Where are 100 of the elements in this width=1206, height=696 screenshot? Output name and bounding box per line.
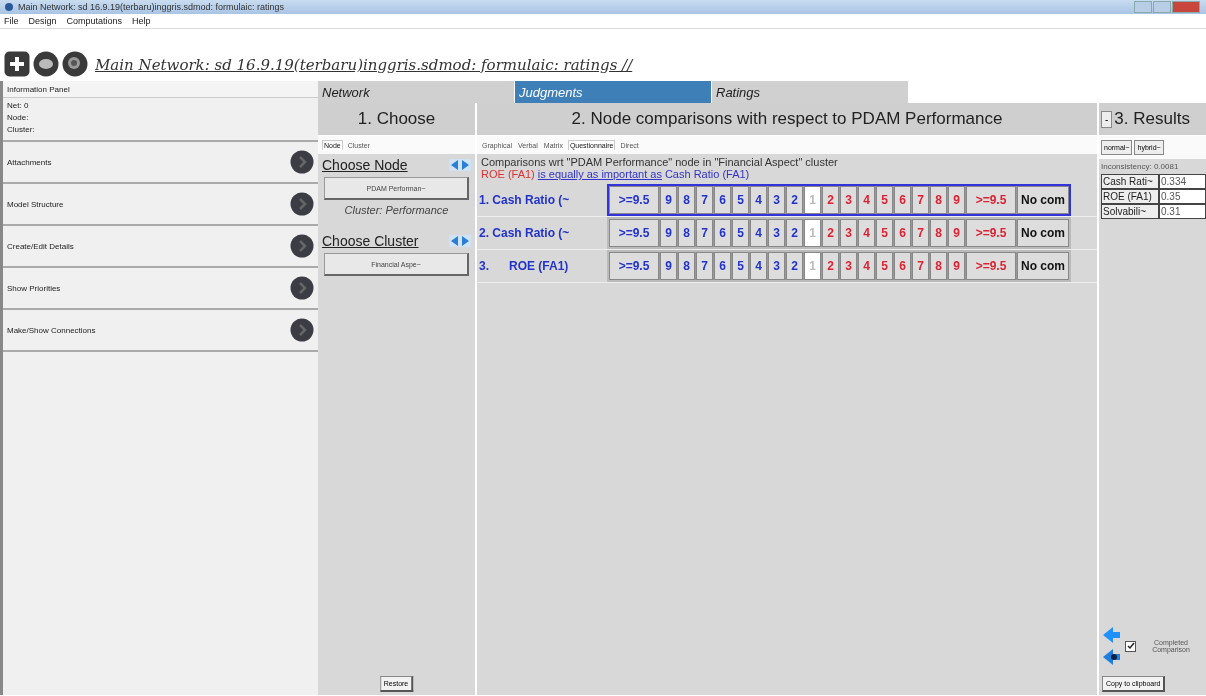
panel-item-label: Attachments [7, 157, 52, 167]
scale-button[interactable]: >=9.5 [609, 219, 659, 247]
eye-icon[interactable] [33, 51, 59, 77]
tab[interactable]: Judgments [515, 81, 712, 103]
scale-button[interactable]: 3 [840, 186, 857, 214]
scale-button[interactable]: >=9.5 [609, 186, 659, 214]
scale-button[interactable]: 3 [768, 252, 785, 280]
search-icon[interactable] [62, 51, 88, 77]
help-arrow-icon[interactable] [1101, 647, 1121, 667]
expand-icon[interactable] [290, 318, 314, 342]
panel-title: Information Panel [3, 81, 318, 98]
scale-button[interactable]: 6 [894, 252, 911, 280]
scale-button[interactable]: 4 [750, 219, 767, 247]
scale-button[interactable]: 7 [696, 186, 713, 214]
scale-button[interactable]: 8 [678, 219, 695, 247]
scale-button[interactable]: 2 [786, 186, 803, 214]
scale-button[interactable]: 3 [768, 186, 785, 214]
scale-button[interactable]: 2 [822, 252, 839, 280]
section-title: 1. Choose [318, 103, 475, 136]
menu-item[interactable]: Design [28, 16, 57, 26]
scale-button[interactable]: 6 [714, 219, 731, 247]
section-heading: Choose Cluster [322, 233, 419, 249]
scale-button[interactable]: 7 [696, 252, 713, 280]
scale-button[interactable]: 7 [912, 219, 929, 247]
expand-icon[interactable] [290, 276, 314, 300]
window-title: Main Network: sd 16.9.19(terbaru)inggris.sdmod: formulaic: ratings [18, 2, 285, 12]
table-cell: 0.31 [1159, 204, 1206, 219]
menu-item[interactable]: Computations [66, 16, 123, 26]
scale-button[interactable]: 2 [822, 186, 839, 214]
menu-item[interactable]: File [4, 16, 19, 26]
panel-item-label: Show Priorities [7, 283, 61, 293]
scale-button[interactable]: 6 [894, 219, 911, 247]
scale-button[interactable]: 4 [750, 186, 767, 214]
scale-button[interactable]: >=9.5 [966, 186, 1016, 214]
comparison-label: 3. ROE (FA1) [479, 259, 570, 273]
table-cell: Cash Rati~ [1101, 174, 1159, 189]
inconsistency-text: Inconsistency: 0.0081 [1100, 161, 1180, 173]
scale-button[interactable]: 3 [768, 219, 785, 247]
scale-button[interactable]: 4 [858, 186, 875, 214]
scale-button[interactable]: 9 [948, 252, 965, 280]
scale-button[interactable]: 5 [732, 186, 749, 214]
checkbox[interactable] [1125, 640, 1136, 652]
scale-button[interactable]: 2 [786, 219, 803, 247]
scale-button[interactable]: 6 [714, 186, 731, 214]
scale-button[interactable]: >=9.5 [609, 252, 659, 280]
scale-button[interactable]: 6 [714, 252, 731, 280]
info-line: Node: [7, 112, 30, 124]
scale-button[interactable]: No com [1017, 219, 1069, 247]
section-title: 2. Node comparisons with respect to PDAM Performance [477, 103, 1097, 136]
network-path-link[interactable]: Main Network: sd 16.9.19(terbaru)inggris.sdmod: formulaic: ratings // [95, 56, 633, 74]
table-cell: 0.334 [1159, 174, 1206, 189]
info-line: Cluster: [7, 124, 36, 136]
table-cell: Solvabili~ [1101, 204, 1159, 219]
scale-button[interactable]: 5 [876, 219, 893, 247]
scale-button[interactable]: 8 [930, 219, 947, 247]
tab[interactable]: Ratings [712, 81, 909, 103]
expand-icon[interactable] [290, 150, 314, 174]
scale-button[interactable]: 8 [678, 252, 695, 280]
scale-button[interactable]: 8 [930, 252, 947, 280]
collapse-button[interactable]: - [1101, 110, 1113, 128]
node-name: ROE (FA1) [481, 168, 535, 180]
scale-button[interactable]: 7 [696, 219, 713, 247]
app-icon [4, 2, 14, 12]
expand-icon[interactable] [290, 192, 314, 216]
scale-button[interactable]: 6 [894, 186, 911, 214]
scale-button[interactable]: >=9.5 [966, 252, 1016, 280]
scale-button[interactable]: 9 [660, 219, 677, 247]
arrows-icon[interactable] [449, 235, 471, 247]
scale-button[interactable]: 2 [822, 219, 839, 247]
scale-button[interactable]: 9 [660, 252, 677, 280]
tab[interactable]: Network [318, 81, 515, 103]
scale-button[interactable]: 8 [930, 186, 947, 214]
add-icon[interactable] [4, 51, 30, 77]
scale-button[interactable]: 9 [660, 186, 677, 214]
scale-button[interactable]: 9 [948, 219, 965, 247]
scale-button[interactable]: 4 [858, 252, 875, 280]
scale-button[interactable]: >=9.5 [966, 219, 1016, 247]
expand-icon[interactable] [290, 234, 314, 258]
scale-button[interactable]: 4 [750, 252, 767, 280]
scale-button[interactable]: 7 [912, 252, 929, 280]
scale-button[interactable]: 3 [840, 252, 857, 280]
scale-button[interactable]: 2 [786, 252, 803, 280]
panel-item-label: Model Structure [7, 199, 64, 209]
menu-item[interactable]: Help [132, 16, 151, 26]
scale-button[interactable]: 5 [876, 186, 893, 214]
arrows-icon[interactable] [449, 159, 471, 171]
scale-button[interactable]: 7 [912, 186, 929, 214]
panel-item-label: Create/Edit Details [7, 241, 74, 251]
info-line: Net: 0 [7, 100, 30, 112]
scale-button[interactable]: 4 [858, 219, 875, 247]
verdict-link[interactable]: is equally as important as [537, 168, 662, 180]
scale-button[interactable]: 5 [876, 252, 893, 280]
scale-button[interactable]: 9 [948, 186, 965, 214]
scale-button[interactable]: 5 [732, 252, 749, 280]
scale-button[interactable]: No com [1017, 252, 1069, 280]
scale-button[interactable]: 3 [840, 219, 857, 247]
scale-button[interactable]: No com [1017, 186, 1069, 214]
scale-button[interactable]: 8 [678, 186, 695, 214]
scale-button[interactable]: 5 [732, 219, 749, 247]
node-name: Cash Ratio (FA1) [664, 168, 750, 180]
